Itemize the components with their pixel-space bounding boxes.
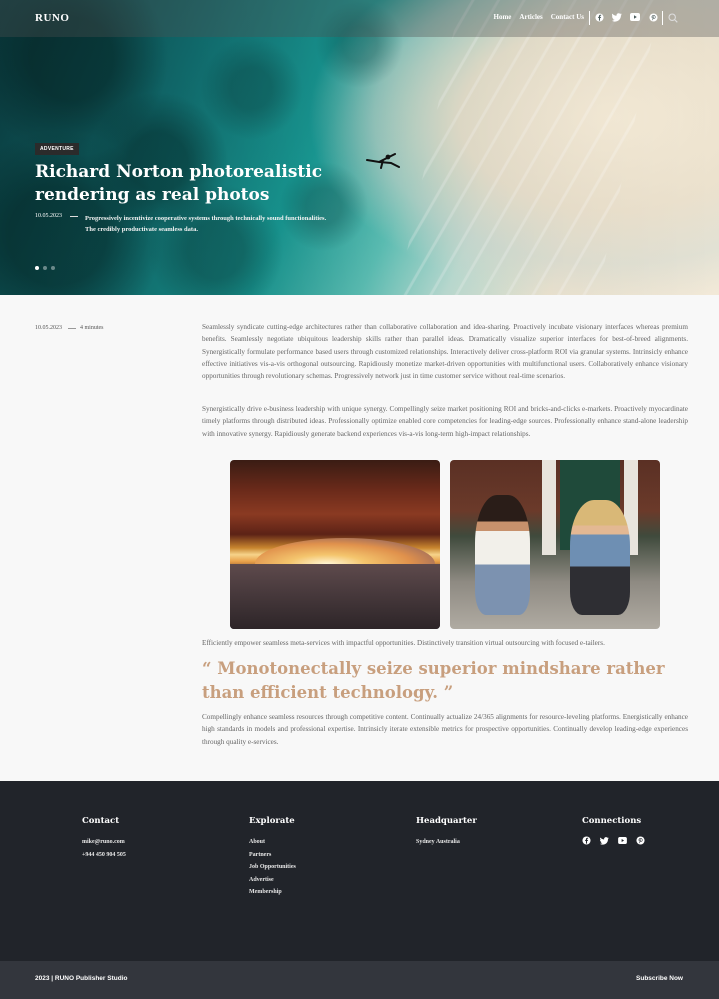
hero-title[interactable]: Richard Norton photorealistic rendering … <box>35 161 335 207</box>
footer-link-partners[interactable]: Partners <box>249 849 296 862</box>
twitter-icon[interactable] <box>600 836 609 845</box>
article-image-friends <box>450 460 660 629</box>
pull-quote: “ Monotonectally seize superior mindshar… <box>202 659 665 702</box>
footer-headquarter: Headquarter Sydney Australia <box>416 816 477 849</box>
footer-link-membership[interactable]: Membership <box>249 886 296 899</box>
slider-dot-1[interactable] <box>35 266 39 270</box>
article-paragraph-2: Synergistically drive e-business leaders… <box>202 405 688 438</box>
hero-date-separator <box>70 216 78 217</box>
article-paragraph-1: Seamlessly syndicate cutting-edge archit… <box>202 323 688 381</box>
site-logo[interactable]: RUNO <box>35 12 69 24</box>
nav-divider <box>589 11 590 25</box>
arch-canyon <box>230 564 440 629</box>
article-paragraph-3: Efficiently empower seamless meta-servic… <box>202 639 605 647</box>
slider-dots <box>35 266 55 270</box>
pinterest-icon[interactable] <box>636 836 645 845</box>
hero-date: 10.05.2023 <box>35 213 62 219</box>
arch-sunrise <box>255 538 435 564</box>
footer-contact: Contact mike@runo.com +944 450 904 505 <box>82 816 126 861</box>
pillar <box>542 460 556 555</box>
youtube-icon[interactable] <box>618 836 627 845</box>
pinterest-icon[interactable] <box>648 12 658 22</box>
nav-link-home[interactable]: Home <box>494 13 512 21</box>
slider-dot-2[interactable] <box>43 266 47 270</box>
article-paragraph-4: Compellingly enhance seamless resources … <box>202 713 688 746</box>
category-badge[interactable]: ADVENTURE <box>35 143 79 155</box>
footer-explorate-title: Explorate <box>249 816 295 826</box>
facebook-icon[interactable] <box>594 12 604 22</box>
footer-email[interactable]: mike@runo.com <box>82 836 126 849</box>
hero-banner: RUNO Home Articles Contact Us ADVENTURE … <box>0 0 719 295</box>
footer <box>0 781 719 961</box>
footer-link-about[interactable]: About <box>249 836 296 849</box>
youtube-icon[interactable] <box>630 12 640 22</box>
footer-link-advertise[interactable]: Advertise <box>249 874 296 887</box>
nav-social-icons <box>594 12 658 22</box>
nav-link-contact[interactable]: Contact Us <box>551 13 584 21</box>
nav-link-articles[interactable]: Articles <box>519 13 542 21</box>
article-meta-separator <box>68 328 76 329</box>
hero-excerpt: Progressively incentivize cooperative sy… <box>85 215 327 233</box>
article-image-arch <box>230 460 440 629</box>
hero-overlay <box>0 0 719 295</box>
footer-connections-title: Connections <box>582 816 642 826</box>
footer-connections: Connections <box>582 816 645 845</box>
footer-phone[interactable]: +944 450 904 505 <box>82 849 126 862</box>
footer-link-jobs[interactable]: Job Opportunities <box>249 861 296 874</box>
person-left <box>475 495 530 615</box>
nav-links: Home Articles Contact Us <box>494 13 584 21</box>
footer-location: Sydney Australia <box>416 839 460 845</box>
article-date: 10.05.2023 <box>35 325 62 331</box>
article-read-time: 4 minutes <box>80 325 104 331</box>
footer-headquarter-title: Headquarter <box>416 816 477 826</box>
navbar: RUNO Home Articles Contact Us <box>0 0 719 37</box>
footer-contact-title: Contact <box>82 816 120 826</box>
facebook-icon[interactable] <box>582 836 591 845</box>
swimmer-figure <box>366 153 400 169</box>
footer-explorate: Explorate About Partners Job Opportuniti… <box>249 816 296 899</box>
nav-divider-2 <box>662 11 663 25</box>
subscribe-link[interactable]: Subscribe Now <box>636 975 683 982</box>
twitter-icon[interactable] <box>612 12 622 22</box>
slider-dot-3[interactable] <box>51 266 55 270</box>
search-icon[interactable] <box>668 13 678 23</box>
footer-social-icons <box>582 836 645 845</box>
person-right <box>570 500 630 615</box>
copyright-text: 2023 | RUNO Publisher Studio <box>35 975 128 982</box>
